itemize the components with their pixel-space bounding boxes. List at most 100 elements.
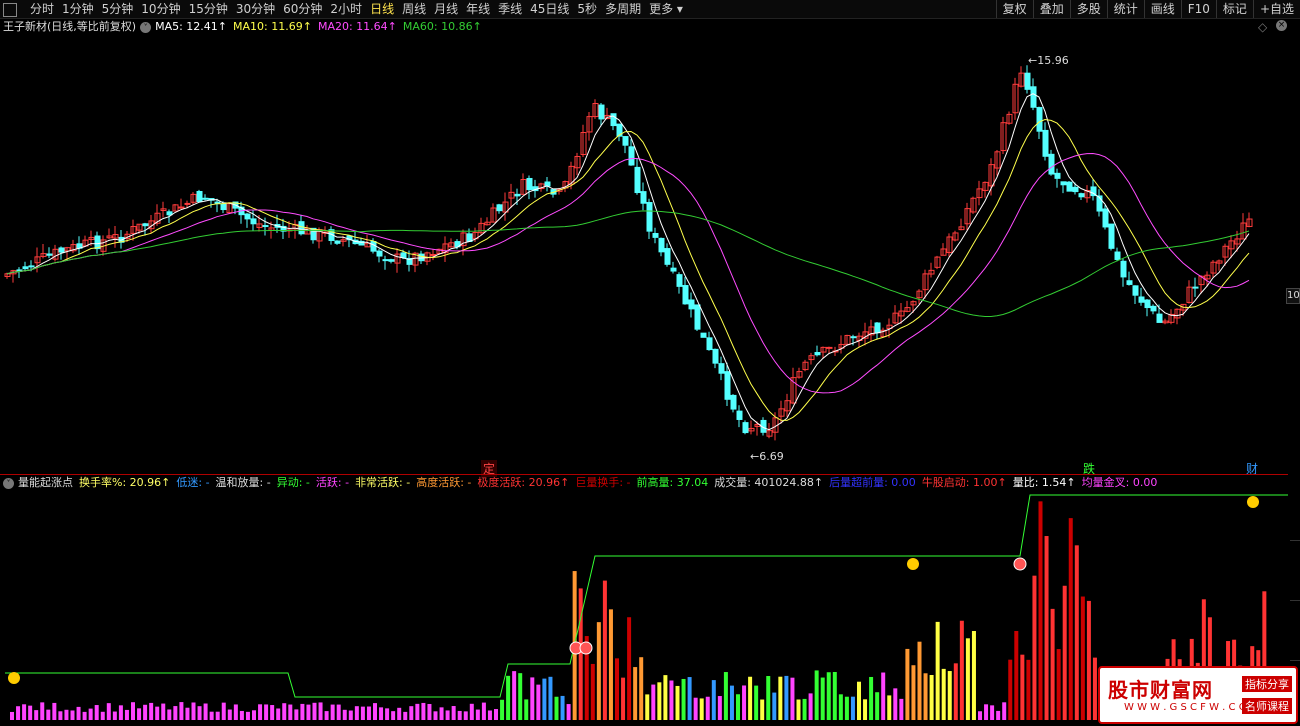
tab-period-10[interactable]: 月线 bbox=[430, 0, 462, 18]
volume-bar bbox=[826, 672, 831, 720]
candle-body bbox=[1126, 280, 1133, 285]
tab-period-15[interactable]: 多周期 bbox=[601, 0, 645, 18]
indicator-value-6: 高度活跃: - bbox=[416, 476, 472, 489]
candle-body bbox=[706, 337, 713, 351]
tab-period-11[interactable]: 年线 bbox=[462, 0, 494, 18]
volume-bar bbox=[844, 696, 849, 720]
volume-bar bbox=[227, 709, 232, 720]
volume-bar bbox=[602, 580, 607, 720]
volume-bar bbox=[409, 706, 414, 720]
candlestick-chart[interactable]: ←15.96 ←6.69 bbox=[0, 36, 1288, 460]
candle-body bbox=[874, 322, 881, 334]
volume-bar bbox=[863, 699, 868, 720]
candle-body bbox=[610, 113, 617, 127]
volume-bar bbox=[294, 709, 299, 720]
volume-bar bbox=[100, 711, 105, 720]
candle-body bbox=[814, 352, 821, 356]
chevron-down-icon[interactable]: ˅ bbox=[3, 477, 14, 489]
ma60-line bbox=[6, 210, 1250, 317]
gold-cross-signal-icon bbox=[8, 672, 20, 684]
volume-bar bbox=[990, 705, 995, 720]
volume-bar bbox=[742, 685, 747, 720]
candle-body bbox=[220, 203, 227, 211]
volume-bar bbox=[124, 709, 129, 720]
volume-bar bbox=[657, 682, 662, 720]
candle-body bbox=[382, 259, 389, 262]
indicator-values: 换手率%: 20.96↑ 低迷: - 温和放量: - 异动: - 活跃: - 非常活跃: … bbox=[79, 475, 1163, 491]
tool-button-5[interactable]: F10 bbox=[1180, 0, 1216, 18]
candle-body bbox=[28, 265, 35, 268]
chevron-down-icon[interactable]: ˅ bbox=[140, 21, 152, 33]
candle-body bbox=[262, 225, 269, 228]
tab-period-0[interactable]: 分时 bbox=[26, 0, 58, 18]
volume-bar bbox=[10, 711, 14, 720]
tool-buttons: 复权 叠加 多股 统计 画线 F10 标记 +自选 bbox=[995, 0, 1300, 18]
tab-period-16[interactable]: 更多 ▾ bbox=[645, 0, 687, 18]
candle-body bbox=[730, 394, 737, 410]
tool-button-1[interactable]: 叠加 bbox=[1032, 0, 1070, 18]
volume-bar bbox=[475, 709, 480, 720]
volume-bar bbox=[288, 704, 293, 720]
volume-indicator-chart[interactable] bbox=[0, 492, 1288, 726]
volume-bar bbox=[911, 665, 916, 720]
tool-button-4[interactable]: 画线 bbox=[1143, 0, 1181, 18]
volume-bar bbox=[923, 673, 928, 720]
volume-bar bbox=[209, 711, 214, 720]
volume-bar bbox=[905, 648, 910, 720]
volume-bar bbox=[94, 705, 99, 720]
candle-body bbox=[736, 410, 743, 420]
tab-period-1[interactable]: 1分钟 bbox=[58, 0, 98, 18]
tool-button-2[interactable]: 多股 bbox=[1069, 0, 1107, 18]
volume-bar bbox=[379, 707, 384, 720]
tab-period-2[interactable]: 5分钟 bbox=[98, 0, 138, 18]
candle-body bbox=[400, 252, 407, 259]
candle-body bbox=[724, 371, 731, 400]
candle-body bbox=[298, 221, 305, 235]
tab-period-3[interactable]: 10分钟 bbox=[137, 0, 184, 18]
tab-period-7[interactable]: 2小时 bbox=[326, 0, 366, 18]
candle-body bbox=[688, 299, 695, 310]
window-menu-icon[interactable] bbox=[3, 3, 17, 17]
volume-bar bbox=[1080, 596, 1085, 720]
tool-button-3[interactable]: 统计 bbox=[1106, 0, 1144, 18]
close-icon[interactable]: × bbox=[1276, 20, 1287, 31]
volume-bar bbox=[687, 677, 692, 720]
tool-button-6[interactable]: 标记 bbox=[1215, 0, 1253, 18]
start-signal-icon bbox=[579, 641, 593, 655]
tab-period-9[interactable]: 周线 bbox=[398, 0, 430, 18]
volume-bar bbox=[221, 702, 226, 720]
volume-bar bbox=[1044, 536, 1049, 720]
tab-period-6[interactable]: 60分钟 bbox=[279, 0, 326, 18]
candle-body bbox=[1078, 193, 1085, 198]
volume-bar bbox=[397, 707, 402, 720]
volume-bar bbox=[451, 706, 456, 720]
volume-bar bbox=[947, 671, 952, 720]
volume-bar bbox=[651, 684, 656, 720]
volume-bar bbox=[881, 672, 886, 720]
tool-button-7[interactable]: +自选 bbox=[1252, 0, 1300, 18]
volume-bar bbox=[996, 710, 1001, 720]
indicator-value-2: 温和放量: - bbox=[215, 476, 271, 489]
volume-bar bbox=[264, 704, 269, 720]
volume-bar bbox=[512, 671, 517, 720]
tab-period-13[interactable]: 45日线 bbox=[526, 0, 573, 18]
gold-cross-signal-icon bbox=[907, 558, 919, 570]
ma20-value: MA20: 11.64↑ bbox=[317, 20, 397, 33]
tab-period-4[interactable]: 15分钟 bbox=[185, 0, 232, 18]
volume-bar bbox=[590, 663, 595, 720]
volume-bar bbox=[1086, 600, 1091, 720]
tab-period-12[interactable]: 季线 bbox=[494, 0, 526, 18]
volume-bar bbox=[899, 698, 904, 720]
volume-bar bbox=[500, 699, 505, 720]
volume-bar bbox=[832, 671, 837, 720]
tab-period-14[interactable]: 5秒 bbox=[573, 0, 601, 18]
volume-bar bbox=[608, 609, 613, 720]
candle-body bbox=[496, 204, 503, 212]
tool-button-0[interactable]: 复权 bbox=[995, 0, 1033, 18]
volume-bar bbox=[348, 710, 353, 720]
tab-period-8[interactable]: 日线 bbox=[366, 0, 398, 18]
volume-bar bbox=[131, 702, 135, 720]
tab-period-5[interactable]: 30分钟 bbox=[232, 0, 279, 18]
candle-body bbox=[1156, 313, 1163, 323]
settings-diamond-icon[interactable]: ◇ bbox=[1258, 20, 1267, 34]
